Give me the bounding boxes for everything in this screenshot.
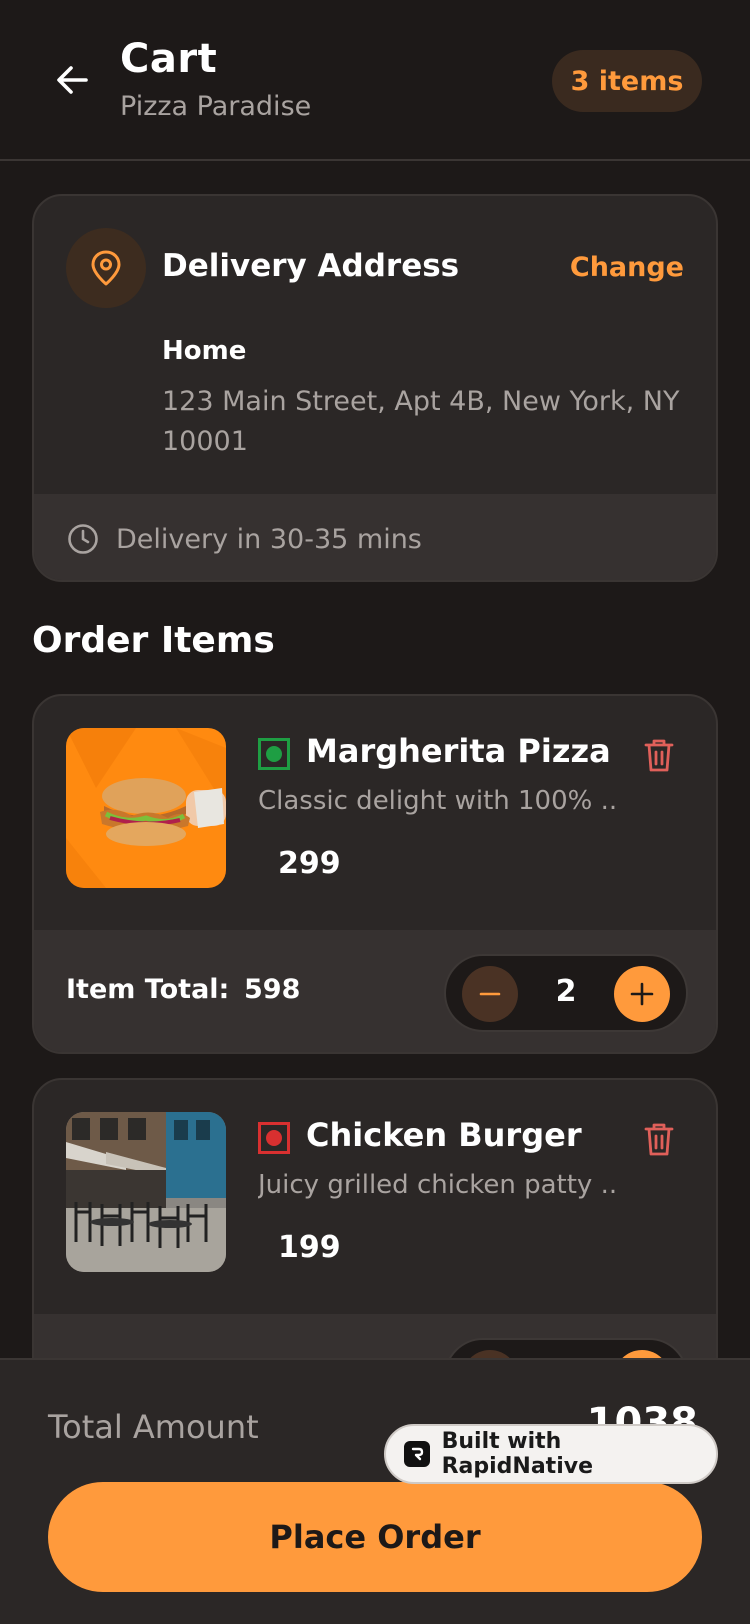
order-items-title: Order Items	[32, 620, 275, 661]
clock-icon	[68, 524, 98, 554]
delivery-address-heading: Delivery Address	[162, 248, 460, 284]
header: Cart Pizza Paradise 3 items	[0, 0, 750, 161]
veg-indicator-icon	[258, 738, 290, 770]
item-name: Chicken Burger	[306, 1116, 582, 1154]
items-count-badge: 3 items	[552, 50, 702, 112]
increase-quantity-button[interactable]	[614, 966, 670, 1022]
item-image	[66, 728, 226, 888]
plus-icon	[630, 982, 654, 1006]
delivery-time-row: Delivery in 30-35 mins	[34, 494, 716, 580]
built-with-text: Built with RapidNative	[441, 1429, 593, 1479]
place-order-button[interactable]: Place Order	[48, 1482, 702, 1592]
trash-icon[interactable]	[642, 1120, 676, 1158]
page-title: Cart	[120, 36, 218, 82]
non-veg-indicator-icon	[258, 1122, 290, 1154]
map-pin-badge	[66, 228, 146, 308]
address-text: 123 Main Street, Apt 4B, New York, NY 10…	[162, 386, 680, 457]
restaurant-name: Pizza Paradise	[120, 91, 312, 122]
item-price: 199	[278, 1230, 341, 1265]
trash-icon[interactable]	[642, 736, 676, 774]
delivery-address-card: Delivery Address Change Home 123 Main St…	[32, 194, 718, 582]
delivery-time-text: Delivery in 30-35 mins	[116, 523, 422, 555]
item-price: 299	[278, 846, 341, 881]
total-amount-label: Total Amount	[48, 1408, 259, 1446]
built-with-badge[interactable]: Built with RapidNative	[384, 1424, 718, 1484]
item-total-value: 598	[244, 974, 301, 1005]
back-button[interactable]	[48, 52, 96, 108]
item-description: Classic delight with 100% ...	[258, 786, 618, 816]
address-label: Home	[162, 336, 247, 366]
cart-item: Margherita Pizza Classic delight with 10…	[32, 694, 718, 1054]
quantity-stepper: 2	[444, 954, 688, 1032]
item-image	[66, 1112, 226, 1272]
item-footer: Item Total: 598 2	[34, 930, 716, 1052]
change-address-button[interactable]: Change	[570, 252, 684, 283]
item-total-label: Item Total:	[66, 974, 230, 1005]
back-arrow-icon	[57, 66, 88, 94]
rapidnative-logo-icon	[404, 1441, 430, 1467]
map-pin-icon	[91, 250, 121, 286]
item-description: Juicy grilled chicken patty ...	[258, 1170, 618, 1200]
checkout-bar: Total Amount 1038 Place Order	[0, 1358, 750, 1624]
item-name: Margherita Pizza	[306, 732, 611, 770]
